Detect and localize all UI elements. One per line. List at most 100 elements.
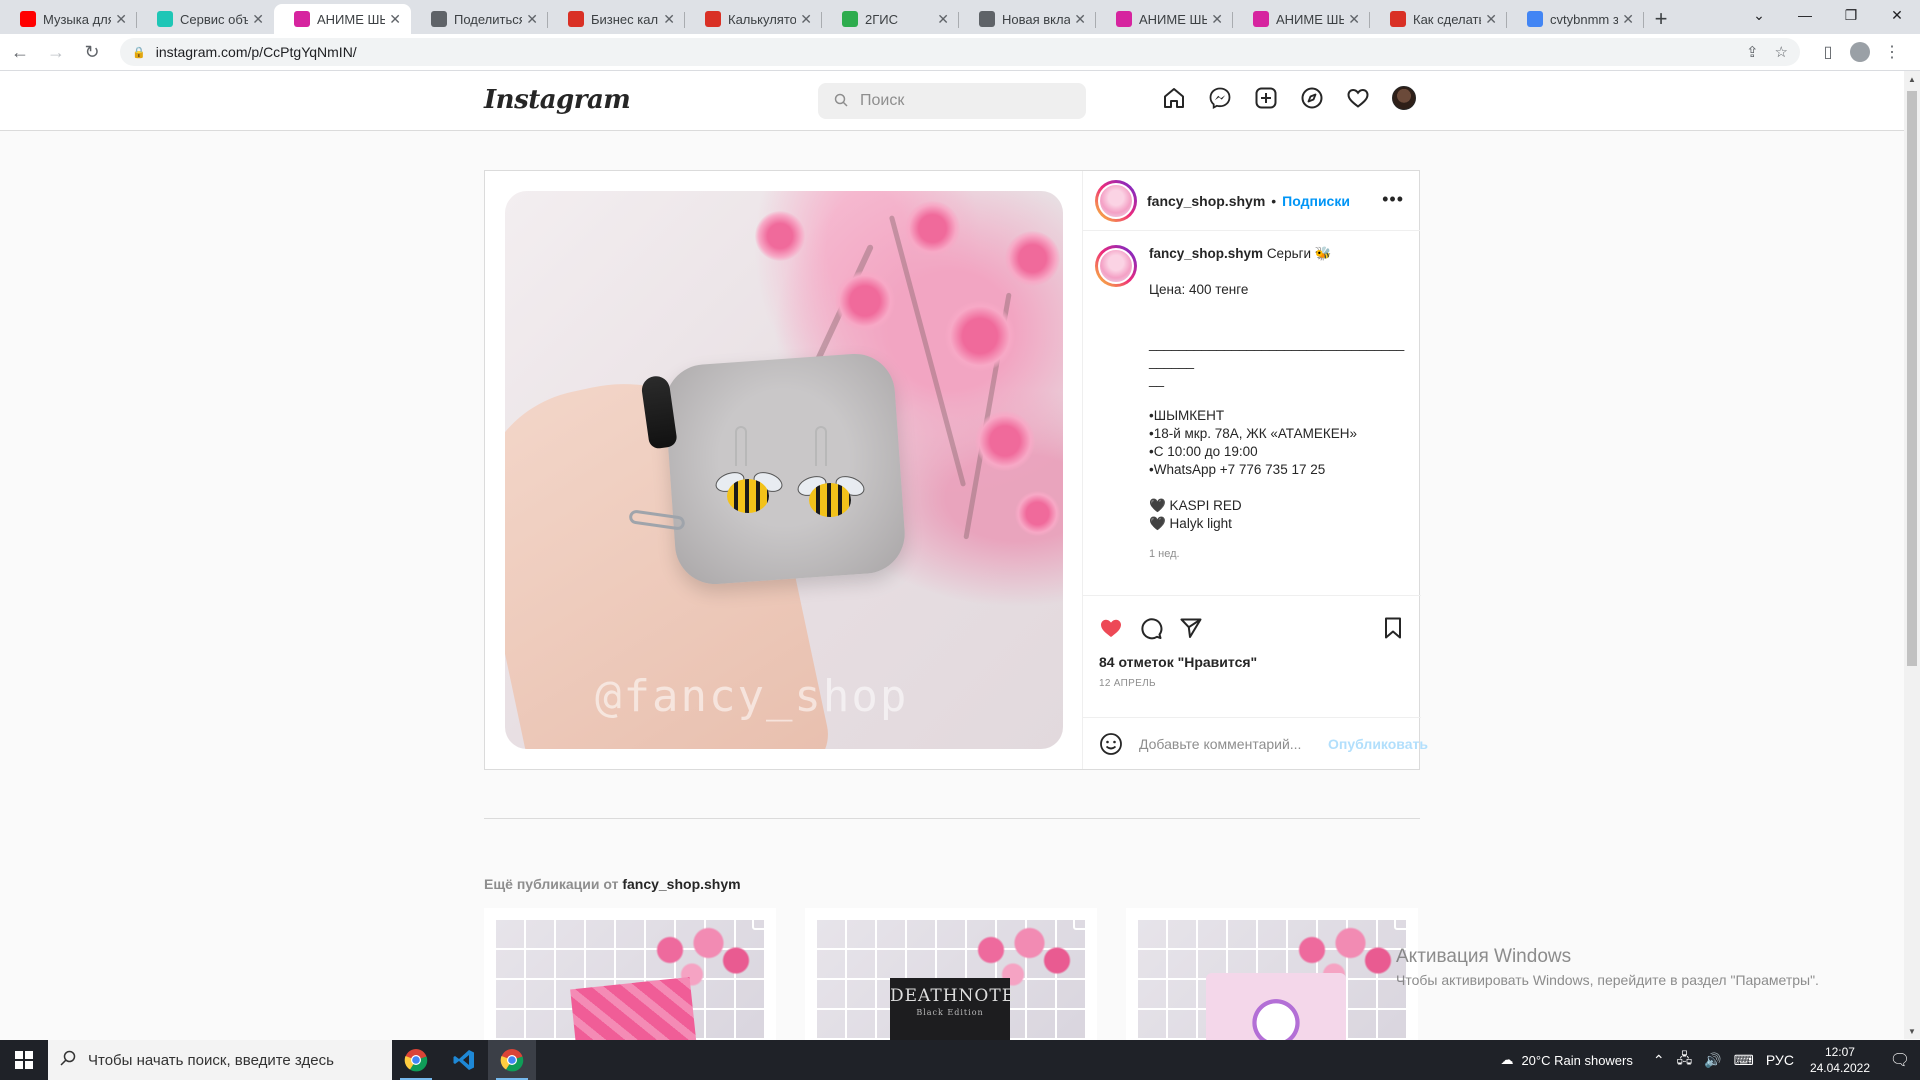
browser-tab[interactable]: Новая вкладк✕ <box>959 4 1096 34</box>
new-post-icon[interactable] <box>1254 86 1278 110</box>
more-options-icon[interactable]: ••• <box>1382 189 1404 210</box>
browser-tab[interactable]: 2ГИС ✕ <box>822 4 959 34</box>
instagram-icon <box>1253 11 1269 27</box>
profile-avatar[interactable] <box>1392 86 1416 110</box>
more-posts-username[interactable]: fancy_shop.shym <box>622 876 740 892</box>
page-scrollbar[interactable]: ▲ ▼ <box>1904 71 1920 1039</box>
forward-icon[interactable]: → <box>40 36 72 68</box>
notification-icon[interactable]: 🗨 <box>1880 1040 1920 1080</box>
menu-icon[interactable]: ⋮ <box>1876 36 1908 68</box>
close-tab-icon[interactable]: ✕ <box>1074 11 1086 28</box>
service-icon <box>157 11 173 27</box>
activity-heart-icon[interactable] <box>1346 86 1370 110</box>
close-tab-icon[interactable]: ✕ <box>252 11 264 28</box>
tab-label: АНИМЕ ШЫМ <box>1276 11 1345 27</box>
scroll-up-icon[interactable]: ▲ <box>1904 71 1920 87</box>
home-icon[interactable] <box>1162 86 1186 110</box>
browser-tab[interactable]: Музыка для у✕ <box>0 4 137 34</box>
scrollbar-thumb[interactable] <box>1907 91 1917 666</box>
tab-label: Как сделать с <box>1413 11 1482 27</box>
chrome-active-taskbar-icon[interactable] <box>488 1040 536 1080</box>
save-bookmark-icon[interactable] <box>1365 608 1405 648</box>
comment-input[interactable] <box>1139 735 1320 752</box>
2gis-icon <box>842 11 858 27</box>
back-icon[interactable]: ← <box>4 36 36 68</box>
keyboard-icon[interactable]: ⌨ <box>1734 1052 1754 1069</box>
browser-toolbar: ← → ↻ 🔒 instagram.com/p/CcPtgYqNmIN/ ⇪ ☆… <box>0 34 1920 71</box>
taskbar-search[interactable]: Чтобы начать поиск, введите здесь <box>48 1040 392 1080</box>
close-tab-icon[interactable]: ✕ <box>389 11 401 28</box>
caption-username[interactable]: fancy_shop.shym <box>1149 246 1263 261</box>
url-text: instagram.com/p/CcPtgYqNmIN/ <box>155 44 357 60</box>
close-tab-icon[interactable]: ✕ <box>1211 11 1223 28</box>
related-post-thumbnail[interactable]: DEATHNOTE Black Edition <box>805 908 1097 1040</box>
browser-tab[interactable]: Бизнес кальк✕ <box>548 4 685 34</box>
side-panel-icon[interactable]: ▯ <box>1812 36 1844 68</box>
post-date[interactable]: 12 АПРЕЛЬ <box>1099 678 1405 689</box>
tab-search-icon[interactable]: ⌄ <box>1736 0 1782 30</box>
profile-icon[interactable] <box>1844 36 1876 68</box>
following-button[interactable]: Подписки <box>1282 193 1350 209</box>
instagram-nav <box>1162 86 1416 110</box>
comment-icon[interactable] <box>1139 608 1179 648</box>
search-icon <box>60 1050 76 1071</box>
likes-count[interactable]: 84 отметок "Нравится" <box>1099 654 1405 670</box>
caption-line: •WhatsApp +7 776 735 17 25 <box>1149 462 1326 477</box>
caption-avatar[interactable] <box>1095 245 1137 287</box>
close-tab-icon[interactable]: ✕ <box>1485 11 1497 28</box>
volume-icon[interactable]: 🔊 <box>1704 1052 1721 1069</box>
author-username[interactable]: fancy_shop.shym <box>1147 193 1265 209</box>
network-icon[interactable]: 🖧 <box>1677 1048 1693 1072</box>
post-header: fancy_shop.shym • Подписки ••• <box>1083 171 1420 231</box>
messenger-icon[interactable] <box>1208 86 1232 110</box>
share-icon[interactable]: ⇪ <box>1746 43 1759 61</box>
like-heart-icon[interactable] <box>1099 608 1139 648</box>
clock[interactable]: 12:07 24.04.2022 <box>1810 1044 1870 1076</box>
close-tab-icon[interactable]: ✕ <box>1622 11 1634 28</box>
close-window-icon[interactable]: ✕ <box>1874 0 1920 30</box>
close-tab-icon[interactable]: ✕ <box>115 11 127 28</box>
publish-button[interactable]: Опубликовать <box>1328 736 1428 752</box>
browser-tab[interactable]: cvtybnmm з ✕ <box>1507 4 1644 34</box>
reload-icon[interactable]: ↻ <box>76 36 108 68</box>
close-tab-icon[interactable]: ✕ <box>937 11 949 28</box>
browser-tab[interactable]: Сервис объяв✕ <box>137 4 274 34</box>
browser-tab[interactable]: Калькулятор✕ <box>685 4 822 34</box>
language-indicator[interactable]: РУС <box>1766 1052 1794 1068</box>
more-posts-prefix: Ещё публикации от <box>484 876 619 892</box>
close-tab-icon[interactable]: ✕ <box>663 11 675 28</box>
chevron-up-icon[interactable]: ⌃ <box>1653 1052 1665 1069</box>
explore-icon[interactable] <box>1300 86 1324 110</box>
minimize-icon[interactable]: — <box>1782 0 1828 30</box>
weather-widget[interactable]: ☁ 20°C Rain showers <box>1500 1052 1632 1068</box>
browser-tab[interactable]: АНИМЕ ШЫМ✕ <box>274 4 411 34</box>
chrome-taskbar-icon[interactable] <box>392 1040 440 1080</box>
post-photo[interactable]: @fancy_shop <box>505 191 1063 749</box>
instagram-icon <box>294 11 310 27</box>
close-tab-icon[interactable]: ✕ <box>526 11 538 28</box>
browser-tab[interactable]: Как сделать с✕ <box>1370 4 1507 34</box>
browser-tab[interactable]: АНИМЕ ШЫМ✕ <box>1096 4 1233 34</box>
search-input[interactable]: Поиск <box>818 83 1086 119</box>
share-icon[interactable] <box>1179 608 1219 648</box>
related-post-thumbnail[interactable] <box>1126 908 1418 1040</box>
new-tab-icon[interactable]: + <box>1644 4 1678 34</box>
windows-start-icon[interactable] <box>0 1040 48 1080</box>
browser-tab[interactable]: АНИМЕ ШЫМ✕ <box>1233 4 1370 34</box>
close-tab-icon[interactable]: ✕ <box>1348 11 1360 28</box>
browser-tab[interactable]: Поделиться с✕ <box>411 4 548 34</box>
restore-icon[interactable]: ❐ <box>1828 0 1874 30</box>
bookmark-star-icon[interactable]: ☆ <box>1775 43 1788 61</box>
globe-icon <box>431 11 447 27</box>
vscode-taskbar-icon[interactable] <box>440 1040 488 1080</box>
post-card: @fancy_shop fancy_shop.shym • Подписки •… <box>484 170 1428 770</box>
instagram-logo[interactable]: Instagram <box>484 85 631 115</box>
tab-label: АНИМЕ ШЫМ <box>1139 11 1208 27</box>
address-bar[interactable]: 🔒 instagram.com/p/CcPtgYqNmIN/ ⇪ ☆ <box>120 38 1800 66</box>
scroll-down-icon[interactable]: ▼ <box>1904 1023 1920 1039</box>
caption-time[interactable]: 1 нед. <box>1149 545 1411 563</box>
emoji-icon[interactable] <box>1099 732 1123 756</box>
close-tab-icon[interactable]: ✕ <box>800 11 812 28</box>
related-post-thumbnail[interactable] <box>484 908 776 1040</box>
author-avatar[interactable] <box>1095 179 1137 222</box>
